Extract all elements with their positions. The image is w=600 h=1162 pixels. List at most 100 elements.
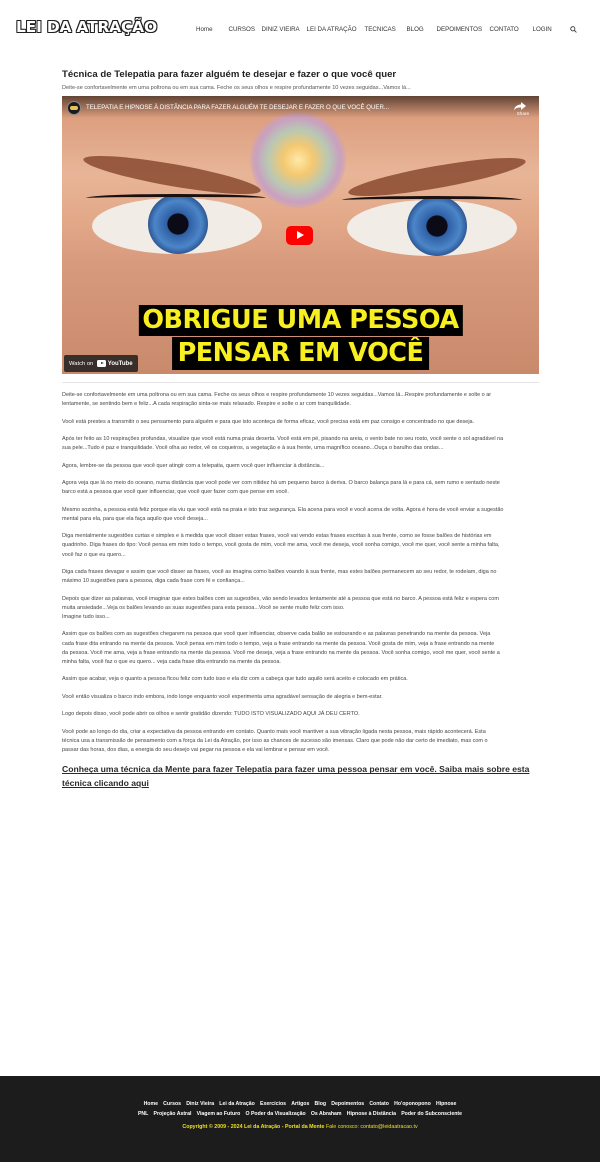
paragraph-line: quadrinho. Diga frases do tipo: Você pen… <box>62 542 500 549</box>
paragraph-line: minha falta, você faz o que eu quero... … <box>62 658 281 665</box>
video-title[interactable]: TELEPATIA E HIPNOSE À DISTÂNCIA PARA FAZ… <box>86 104 389 111</box>
paragraph-line: Após ter feito as 10 respirações profund… <box>62 435 504 442</box>
paragraph-line: Diga cada frases devagar e assim que voc… <box>62 568 497 575</box>
watch-on-label: Watch on <box>69 360 94 367</box>
share-label[interactable]: Share <box>517 111 529 116</box>
site-logo[interactable]: LEI DA ATRAÇÃO <box>16 18 157 36</box>
footer-link-hipnose[interactable]: Hipnose <box>436 1101 456 1107</box>
left-iris <box>148 194 208 254</box>
nav-login[interactable]: LOGIN <box>533 26 563 33</box>
nav-cursos[interactable]: CURSOS <box>229 26 262 33</box>
paragraph-line: da pessoa. Você me ama, veja a frase ent… <box>62 649 500 656</box>
paragraph-line: sua pele...Tudo é paz e tranquilidade. V… <box>62 445 444 452</box>
paragraph-line: lentamente, se sentindo bem e feliz...A … <box>62 401 351 408</box>
footer-link-o-poder-da-visualizacao[interactable]: O Poder da Visualização <box>246 1111 306 1117</box>
contact-email-link[interactable]: Fale conosco: contato@leidaatracao.tv <box>326 1124 418 1130</box>
copyright-text: Copyright © 2009 - 2024 Lei da Atração -… <box>182 1124 325 1130</box>
site-footer: Home Cursos Diniz Vieira Lei da Atração Exer… <box>0 1076 600 1162</box>
play-button-icon[interactable] <box>286 226 313 245</box>
article-paragraph: Diga cada frases devagar e assim que voc… <box>62 568 539 586</box>
nav-contato[interactable]: CONTATO <box>490 26 533 33</box>
nav-diniz-vieira[interactable]: DINIZ VIEIRA <box>262 26 307 33</box>
youtube-wordmark: YouTube <box>107 360 133 367</box>
footer-link-hipnose-a-distancia[interactable]: Hipnose à Distância <box>347 1111 396 1117</box>
main-nav: Home CURSOS DINIZ VIEIRA LEI DA ATRAÇÃO TECN… <box>196 26 563 33</box>
footer-links-row-1: Home Cursos Diniz Vieira Lei da Atração Exer… <box>0 1100 600 1110</box>
article-paragraph: Agora, lembre-se da pessoa que você quer… <box>62 462 539 471</box>
paragraph-line: Você está prestes a transmitir o seu pen… <box>62 418 475 425</box>
article-paragraph: Assim que acabar, veja o quanto a pessoa… <box>62 675 539 684</box>
footer-links-row-2: PNL Projeção Astral Viagem ao Futuro O Pode… <box>0 1110 600 1120</box>
paragraph-line: Deite-se confortavelmente em uma poltron… <box>62 392 492 398</box>
nav-lei-da-atracao[interactable]: LEI DA ATRAÇÃO <box>307 26 365 33</box>
article-paragraph: Mesmo sozinha, a pessoa está feliz porqu… <box>62 506 539 524</box>
article-paragraph: Diga mentalmente sugestões curtas e simp… <box>62 532 539 560</box>
paragraph-line: muita ansiedade...Veja os balões levando… <box>62 604 345 611</box>
nav-depoimentos[interactable]: DEPOIMENTOS <box>437 26 490 33</box>
right-iris <box>407 196 467 256</box>
paragraph-line: Depois que dizer as palavras, você imagi… <box>62 595 499 602</box>
video-banner-line-1: OBRIGUE UMA PESSOA <box>138 305 463 336</box>
nav-tecnicas[interactable]: TECNICAS <box>365 26 407 33</box>
paragraph-line: mental para ela, para que ela faça aquil… <box>62 515 208 522</box>
footer-link-lei-da-atracao[interactable]: Lei da Atração <box>219 1101 255 1107</box>
youtube-video-embed[interactable]: TELEPATIA E HIPNOSE À DISTÂNCIA PARA FAZ… <box>62 96 539 374</box>
left-eyelash <box>86 194 266 202</box>
share-icon[interactable] <box>513 101 527 111</box>
paragraph-line: técnica usa a transmissão de pensamento … <box>62 737 488 744</box>
footer-link-blog[interactable]: Blog <box>315 1101 327 1107</box>
article-paragraph: Deite-se confortavelmente em uma poltron… <box>62 391 539 409</box>
paragraph-line: cada frase dita entrando na mente da pes… <box>62 640 495 647</box>
article-body: Deite-se confortavelmente em uma poltron… <box>62 391 539 755</box>
footer-link-os-abraham[interactable]: Os Abraham <box>311 1111 342 1117</box>
paragraph-line: passar das horas, dos dias, a energia do… <box>62 746 330 753</box>
paragraph-line: Agora, lembre-se da pessoa que você quer… <box>62 462 325 469</box>
footer-link-pnl[interactable]: PNL <box>138 1111 148 1117</box>
paragraph-line: Diga mentalmente sugestões curtas e simp… <box>62 533 492 540</box>
channel-avatar[interactable] <box>67 101 81 115</box>
nav-blog[interactable]: BLOG <box>407 26 437 33</box>
paragraph-line: Agora veja que lá no meio do oceano, num… <box>62 479 500 486</box>
paragraph-line: Assim que os balões com as sugestões che… <box>62 631 491 638</box>
course-link[interactable]: Conheça uma técnica da Mente para fazer … <box>62 763 539 790</box>
main-content: Técnica de Telepatia para fazer alguém t… <box>62 60 539 790</box>
footer-link-contato[interactable]: Contato <box>369 1101 389 1107</box>
footer-link-projecao-astral[interactable]: Projeção Astral <box>154 1111 192 1117</box>
paragraph-line: Logo depois disso, você pode abrir os ol… <box>62 711 360 718</box>
footer-link-home[interactable]: Home <box>144 1101 158 1107</box>
paragraph-line: Assim que acabar, veja o quanto a pessoa… <box>62 676 408 683</box>
footer-link-depoimentos[interactable]: Depoimentos <box>331 1101 364 1107</box>
footer-link-viagem-ao-futuro[interactable]: Viagem ao Futuro <box>197 1111 241 1117</box>
video-banner-line-2: PENSAR EM VOCÊ <box>171 337 430 370</box>
footer-link-exercicios[interactable]: Exercícios <box>260 1101 286 1107</box>
youtube-play-icon <box>97 360 107 367</box>
site-header: LEI DA ATRAÇÃO Home CURSOS DINIZ VIEIRA LEI… <box>0 0 600 60</box>
footer-link-cursos[interactable]: Cursos <box>163 1101 181 1107</box>
paragraph-line: barco está a pessoa que você quer influe… <box>62 489 289 496</box>
youtube-logo: YouTube <box>97 360 133 367</box>
article-paragraph: Você pode ao longo do dia, criar a expec… <box>62 728 539 756</box>
watch-on-youtube-button[interactable]: Watch on YouTube <box>64 355 138 372</box>
paragraph-line: Mesmo sozinha, a pessoa está feliz porqu… <box>62 506 504 513</box>
article-paragraph: Você então visualiza o barco indo embora… <box>62 693 539 702</box>
course-link-line-1[interactable]: Conheça uma técnica da Mente para fazer … <box>62 763 539 777</box>
nav-home[interactable]: Home <box>196 26 229 33</box>
right-eyelash <box>342 196 522 204</box>
paragraph-line: você faz o que eu quero... <box>62 551 126 558</box>
search-icon[interactable] <box>570 26 577 33</box>
footer-link-ho-oponopono[interactable]: Ho'oponopono <box>394 1101 431 1107</box>
course-link-line-2[interactable]: técnica clicando aqui <box>62 777 539 791</box>
footer-copyright: Copyright © 2009 - 2024 Lei da Atração -… <box>0 1124 600 1130</box>
article-paragraph: Após ter feito as 10 respirações profund… <box>62 435 539 453</box>
footer-link-poder-do-subconsciente[interactable]: Poder do Subconsciente <box>401 1111 462 1117</box>
footer-link-artigos[interactable]: Artigos <box>291 1101 309 1107</box>
article-paragraph: Logo depois disso, você pode abrir os ol… <box>62 710 539 719</box>
footer-links: Home Cursos Diniz Vieira Lei da Atração Exer… <box>0 1100 600 1119</box>
paragraph-line: Você pode ao longo do dia, criar a expec… <box>62 728 486 735</box>
article-paragraph: Depois que dizer as palavras, você imagi… <box>62 595 539 623</box>
paragraph-line: Você então visualiza o barco indo embora… <box>62 693 383 700</box>
article-paragraph: Você está prestes a transmitir o seu pen… <box>62 418 539 427</box>
page-title: Técnica de Telepatia para fazer alguém t… <box>62 69 397 80</box>
page-subtitle: Deite-se confortavelmente em uma poltron… <box>62 85 411 91</box>
footer-link-diniz-vieira[interactable]: Diniz Vieira <box>186 1101 214 1107</box>
